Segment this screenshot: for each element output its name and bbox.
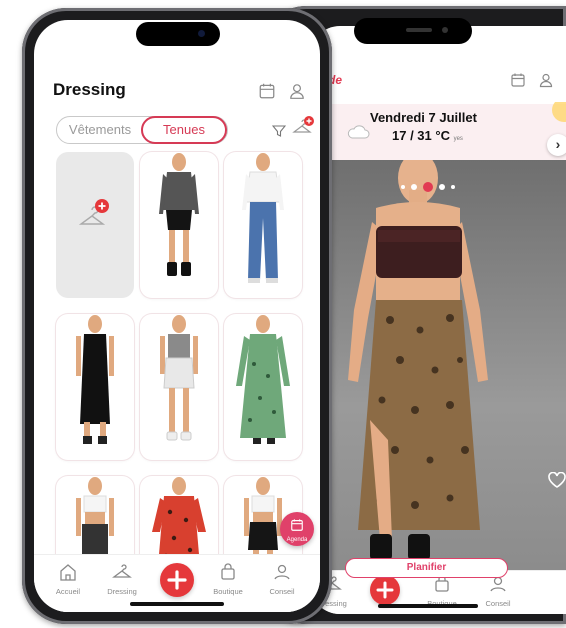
weather-temperature: 17 / 31 °C yes bbox=[392, 128, 463, 143]
tab-tenues[interactable]: Tenues bbox=[141, 115, 227, 144]
calendar-icon bbox=[291, 519, 303, 531]
temperature-value: 17 / 31 °C bbox=[392, 128, 450, 143]
calendar-icon[interactable] bbox=[510, 72, 526, 93]
hanger-add-icon bbox=[78, 199, 109, 225]
carousel-dot[interactable] bbox=[411, 183, 417, 190]
dressing-screen: Dressing Vêtements Tenues Agenda Accueil… bbox=[34, 20, 320, 612]
outfit-image bbox=[236, 315, 290, 444]
plus-icon bbox=[167, 570, 187, 590]
phone-notch bbox=[354, 18, 472, 44]
agenda-fab[interactable]: Agenda bbox=[280, 512, 314, 546]
temperature-note: yes bbox=[453, 136, 463, 142]
home-icon bbox=[60, 564, 76, 581]
tab-vetements[interactable]: Vêtements bbox=[59, 117, 141, 142]
add-outfit-card[interactable] bbox=[56, 152, 134, 298]
phone-frame-left: Dressing Vêtements Tenues Agenda Accueil… bbox=[22, 8, 332, 624]
calendar-icon[interactable] bbox=[258, 82, 276, 100]
home-indicator bbox=[378, 604, 478, 608]
carousel-dot[interactable] bbox=[401, 184, 405, 189]
page-title: Dressing bbox=[53, 80, 126, 99]
phone-notch bbox=[136, 22, 220, 46]
user-icon[interactable] bbox=[538, 72, 554, 93]
user-icon[interactable] bbox=[288, 82, 306, 100]
outfit-card[interactable] bbox=[140, 152, 218, 298]
hanger-icon bbox=[112, 564, 132, 578]
hanger-add-icon[interactable] bbox=[292, 116, 314, 143]
nav-accueil[interactable]: Accueil bbox=[42, 563, 94, 596]
add-button[interactable] bbox=[160, 563, 194, 597]
carousel-dots bbox=[398, 178, 458, 196]
nav-label: Conseil bbox=[269, 587, 295, 596]
bag-icon bbox=[221, 563, 235, 580]
weather-date: Vendredi 7 Juillet bbox=[370, 110, 477, 125]
nav-conseil[interactable]: Conseil bbox=[472, 575, 524, 608]
add-button[interactable] bbox=[370, 575, 400, 605]
outfit-image bbox=[76, 315, 114, 444]
home-indicator bbox=[130, 602, 224, 606]
plus-icon bbox=[376, 581, 394, 599]
outfit-photo[interactable] bbox=[310, 160, 566, 570]
outfit-image bbox=[160, 315, 198, 441]
outfit-card[interactable] bbox=[224, 152, 302, 298]
filter-icon[interactable] bbox=[271, 124, 287, 142]
agenda-label: Agenda bbox=[286, 537, 308, 543]
cloud-icon bbox=[346, 124, 370, 145]
model-illustration bbox=[348, 160, 488, 560]
chevron-right-icon[interactable]: › bbox=[547, 134, 566, 156]
outfit-image bbox=[159, 153, 199, 276]
outfit-image bbox=[242, 153, 284, 283]
advice-icon bbox=[274, 564, 290, 580]
outfit-card[interactable] bbox=[224, 314, 302, 460]
nav-label: Dressing bbox=[107, 587, 137, 596]
carousel-dot-active[interactable] bbox=[423, 181, 433, 192]
segmented-control: Vêtements Tenues bbox=[56, 115, 228, 144]
outfit-card[interactable] bbox=[56, 314, 134, 460]
nav-label: Conseil bbox=[485, 599, 511, 608]
plan-button[interactable]: Planifier bbox=[345, 558, 508, 578]
sun-icon bbox=[542, 98, 566, 135]
nav-label: Accueil bbox=[55, 587, 81, 596]
carousel-dot[interactable] bbox=[451, 184, 455, 189]
outfit-of-day-screen: mode Vendredi 7 Juillet 17 / 31 °C yes › bbox=[310, 26, 566, 614]
nav-conseil[interactable]: Conseil bbox=[256, 563, 308, 596]
nav-label: Boutique bbox=[213, 587, 243, 596]
heart-icon[interactable] bbox=[548, 471, 566, 493]
nav-dressing[interactable]: Dressing bbox=[96, 563, 148, 596]
nav-boutique[interactable]: Boutique bbox=[202, 563, 254, 596]
outfit-card[interactable] bbox=[140, 314, 218, 460]
carousel-dot[interactable] bbox=[439, 183, 445, 190]
